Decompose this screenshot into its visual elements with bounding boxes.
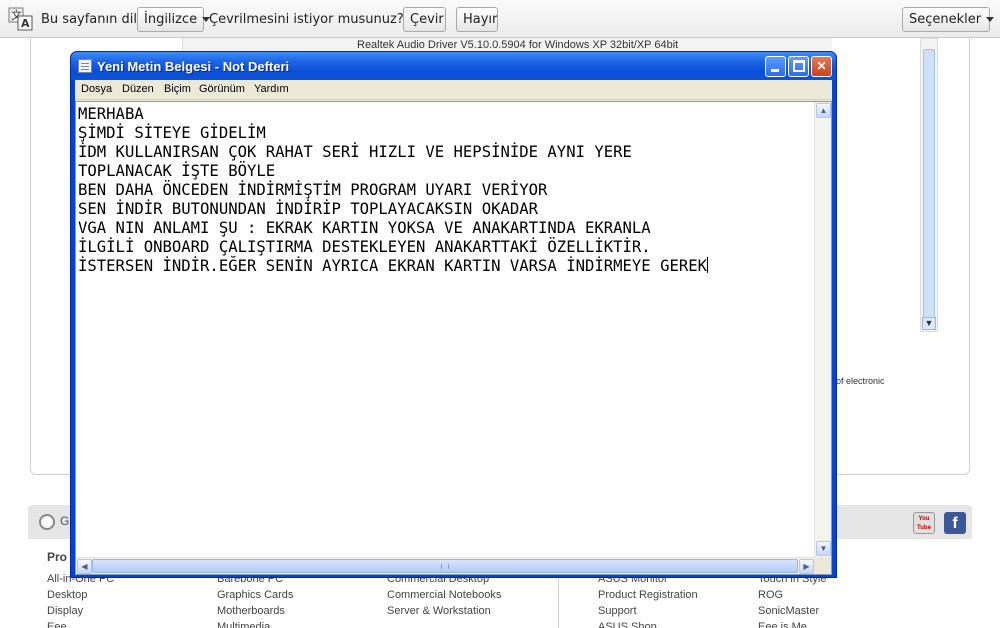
text-line: İLGİLİ ONBOARD ÇALIŞTIRMA DESTEKLEYEN AN… bbox=[78, 238, 651, 256]
text-line: VGA NIN ANLAMI ŞU : EKRAK KARTIN YOKSA V… bbox=[78, 219, 651, 237]
maximize-button[interactable] bbox=[788, 56, 809, 77]
options-button[interactable]: Seçenekler bbox=[902, 7, 995, 32]
horizontal-scroll-thumb[interactable] bbox=[92, 559, 798, 573]
footer-link[interactable]: Graphics Cards bbox=[217, 587, 293, 603]
footer-link[interactable]: Motherboards bbox=[217, 603, 293, 619]
menu-view[interactable]: Görünüm bbox=[199, 83, 245, 95]
footer-link[interactable]: Product Registration bbox=[598, 587, 698, 603]
footer-link[interactable]: Support bbox=[598, 603, 698, 619]
scroll-up-arrow-icon[interactable]: ▲ bbox=[816, 103, 831, 118]
translate-button[interactable]: Çevir bbox=[403, 7, 446, 32]
footer-link[interactable]: SonicMaster bbox=[758, 603, 826, 619]
close-button[interactable]: ✕ bbox=[811, 56, 832, 77]
text-line: MERHABA bbox=[78, 105, 144, 123]
youtube-icon[interactable]: You Tube bbox=[913, 512, 935, 534]
menu-bar: Dosya Düzen Biçim Görünüm Yardım bbox=[75, 80, 832, 100]
footer-column: Commercial Desktop Commercial Notebooks … bbox=[387, 571, 501, 619]
footer-link[interactable]: ROG bbox=[758, 587, 826, 603]
page-body-text: of electronic bbox=[836, 376, 885, 386]
facebook-icon[interactable]: f bbox=[944, 512, 966, 534]
text-line: ŞİMDİ SİTEYE GİDELİM bbox=[78, 124, 266, 142]
text-caret bbox=[707, 257, 709, 273]
no-button[interactable]: Hayır bbox=[456, 7, 498, 32]
language-select-value: İngilizce bbox=[144, 12, 198, 27]
footer-divider bbox=[558, 577, 559, 628]
minimize-button[interactable] bbox=[765, 56, 786, 77]
footer-heading: Pro bbox=[47, 550, 68, 564]
translate-icon: 文 A bbox=[8, 7, 33, 31]
footer-column: Barebone PC Graphics Cards Motherboards … bbox=[217, 571, 293, 628]
maximize-icon bbox=[793, 60, 805, 72]
footer-link[interactable]: ASUS Shop bbox=[598, 619, 698, 628]
scroll-down-arrow-icon[interactable]: ▼ bbox=[922, 317, 936, 330]
language-select[interactable]: İngilizce bbox=[137, 7, 211, 32]
notepad-icon bbox=[78, 59, 92, 73]
driver-list-item[interactable]: Realtek Audio Driver V5.10.0.5904 for Wi… bbox=[357, 39, 678, 51]
menu-help[interactable]: Yardım bbox=[254, 83, 289, 95]
menu-edit[interactable]: Düzen bbox=[122, 83, 154, 95]
horizontal-scrollbar[interactable]: ◀ ▶ bbox=[76, 557, 815, 574]
menu-file[interactable]: Dosya bbox=[81, 83, 112, 95]
translate-prefix: Bu sayfanın dili bbox=[41, 12, 141, 27]
text-line: TOPLANACAK İŞTE BÖYLE bbox=[78, 162, 276, 180]
page-scrollbar[interactable]: ▼ bbox=[920, 38, 938, 332]
footer-link[interactable]: Eee bbox=[47, 619, 114, 628]
scroll-grip-icon bbox=[441, 564, 449, 569]
footer-link[interactable]: Server & Workstation bbox=[387, 603, 501, 619]
footer-column: All-in-One PC Desktop Display Eee bbox=[47, 571, 114, 628]
minimize-icon bbox=[771, 69, 779, 72]
svg-text:A: A bbox=[21, 17, 30, 30]
scroll-left-arrow-icon[interactable]: ◀ bbox=[77, 559, 92, 574]
translate-question: Çevrilmesini istiyor musunuz? bbox=[209, 12, 404, 27]
window-title: Yeni Metin Belgesi - Not Defteri bbox=[97, 59, 290, 74]
scrollbar-corner bbox=[814, 557, 831, 574]
options-button-label: Seçenekler bbox=[909, 12, 982, 27]
menu-format[interactable]: Biçim bbox=[164, 83, 191, 95]
scroll-down-arrow-icon[interactable]: ▼ bbox=[816, 541, 831, 556]
footer-link[interactable]: Display bbox=[47, 603, 114, 619]
text-line: İSTERSEN İNDİR.EĞER SENİN AYRICA EKRAN K… bbox=[78, 257, 708, 275]
globe-icon[interactable] bbox=[39, 514, 55, 530]
footer-link[interactable]: Multimedia bbox=[217, 619, 293, 628]
vertical-scrollbar[interactable]: ▲ ▼ bbox=[814, 102, 831, 557]
footer-region-label[interactable]: G bbox=[60, 514, 69, 528]
editor-text[interactable]: MERHABA ŞİMDİ SİTEYE GİDELİM İDM KULLANIRS… bbox=[78, 105, 814, 555]
text-line: SEN İNDİR BUTONUNDAN İNDİRİP TOPLAYACAKS… bbox=[78, 200, 539, 218]
footer-link[interactable]: Desktop bbox=[47, 587, 114, 603]
text-line: BEN DAHA ÖNCEDEN İNDİRMİŞTİM PROGRAM UYA… bbox=[78, 181, 548, 199]
text-line: İDM KULLANIRSAN ÇOK RAHAT SERİ HIZLI VE … bbox=[78, 143, 632, 161]
footer-column: Touch in Style ROG SonicMaster Eee is Me bbox=[758, 571, 826, 628]
footer-link[interactable]: Eee is Me bbox=[758, 619, 826, 628]
footer-link[interactable]: Commercial Notebooks bbox=[387, 587, 501, 603]
page-scroll-thumb[interactable] bbox=[923, 49, 935, 319]
scroll-right-arrow-icon[interactable]: ▶ bbox=[799, 559, 814, 574]
footer-column: ASUS Monitor Product Registration Suppor… bbox=[598, 571, 698, 628]
close-icon: ✕ bbox=[816, 59, 827, 73]
notepad-titlebar[interactable]: Yeni Metin Belgesi - Not Defteri ✕ bbox=[71, 52, 836, 80]
chevron-down-icon bbox=[986, 17, 995, 22]
notepad-window: Yeni Metin Belgesi - Not Defteri ✕ Dosya… bbox=[70, 51, 837, 578]
text-editor[interactable]: MERHABA ŞİMDİ SİTEYE GİDELİM İDM KULLANIRS… bbox=[75, 101, 832, 575]
notepad-body: Dosya Düzen Biçim Görünüm Yardım MERHABA… bbox=[75, 80, 832, 575]
translate-bar: 文 A Bu sayfanın dili İngilizce Çevrilmes… bbox=[0, 0, 1000, 38]
